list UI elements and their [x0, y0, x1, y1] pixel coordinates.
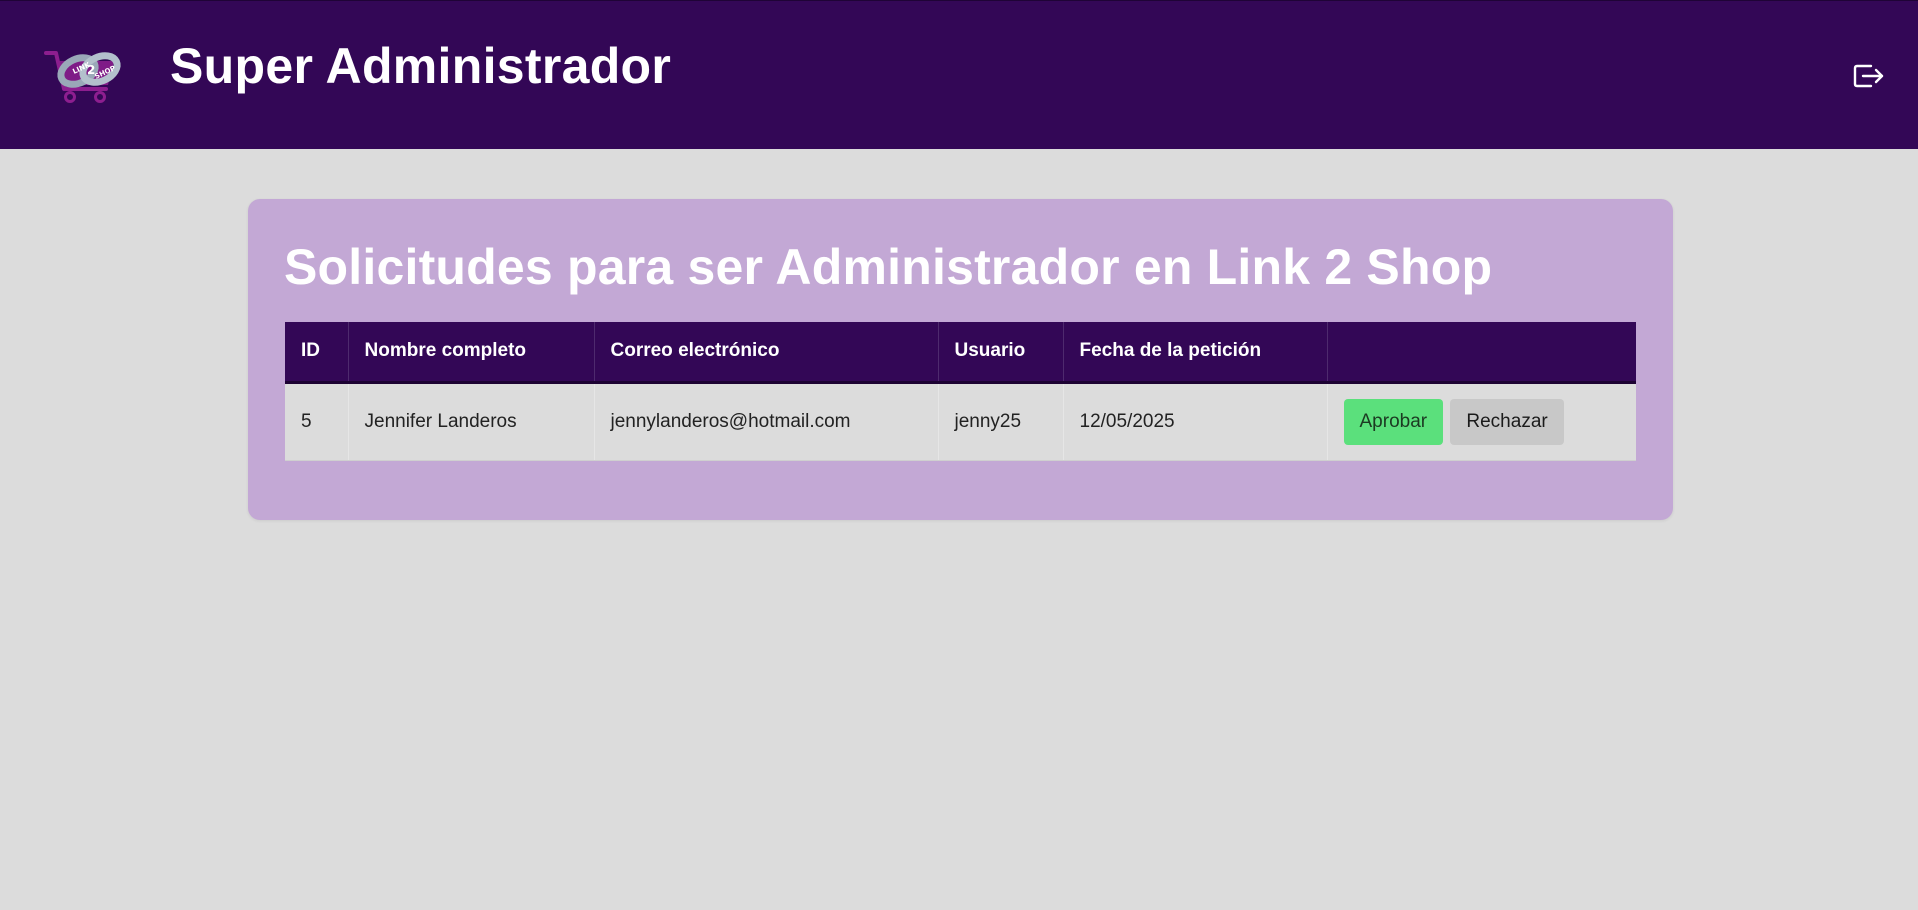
- top-bar: LINK 2 SHOP Super Administrador: [0, 0, 1918, 149]
- cell-actions: Aprobar Rechazar: [1327, 382, 1636, 461]
- cell-name: Jennifer Landeros: [348, 382, 595, 461]
- cell-id: 5: [285, 382, 349, 461]
- column-header-id: ID: [285, 322, 349, 384]
- cell-email: jennylanderos@hotmail.com: [594, 382, 939, 461]
- requests-table: ID Nombre completo Correo electrónico Us…: [285, 322, 1636, 461]
- reject-button[interactable]: Rechazar: [1450, 398, 1564, 445]
- table-header-row: ID Nombre completo Correo electrónico Us…: [285, 322, 1636, 384]
- column-header-name: Nombre completo: [348, 322, 595, 384]
- column-header-date: Fecha de la petición: [1063, 322, 1328, 384]
- requests-card: Solicitudes para ser Administrador en Li…: [248, 199, 1673, 520]
- approve-button[interactable]: Aprobar: [1343, 398, 1444, 445]
- column-header-username: Usuario: [938, 322, 1064, 384]
- cell-date: 12/05/2025: [1063, 382, 1328, 461]
- column-header-actions: [1327, 322, 1636, 384]
- cell-username: jenny25: [938, 382, 1064, 461]
- card-title: Solicitudes para ser Administrador en Li…: [284, 239, 1493, 295]
- logout-button[interactable]: [1851, 59, 1887, 93]
- app-title: Super Administrador: [170, 38, 672, 94]
- column-header-email: Correo electrónico: [594, 322, 939, 384]
- logout-icon: [1853, 64, 1884, 88]
- table-row: 5 Jennifer Landeros jennylanderos@hotmai…: [285, 382, 1636, 461]
- link-2-shop-logo-icon: LINK 2 SHOP: [44, 41, 128, 111]
